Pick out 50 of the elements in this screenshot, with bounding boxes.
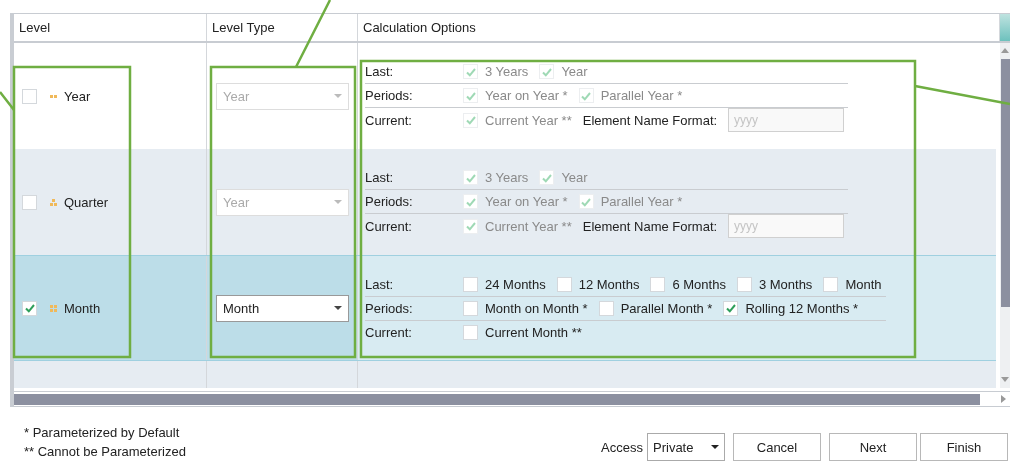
option-group-label: Periods: bbox=[365, 88, 414, 103]
vertical-scrollbar[interactable] bbox=[1000, 43, 1010, 388]
scroll-down-icon[interactable] bbox=[1001, 377, 1009, 382]
level-type-dropdown[interactable]: Month bbox=[216, 294, 349, 322]
level-name: Quarter bbox=[64, 194, 109, 210]
checkbox[interactable] bbox=[22, 194, 37, 210]
horizontal-scrollbar[interactable] bbox=[14, 391, 1010, 407]
dialog-button[interactable]: Next bbox=[829, 433, 917, 461]
access-dropdown[interactable]: Private bbox=[647, 433, 725, 461]
caret-icon bbox=[711, 445, 719, 449]
check-icon bbox=[464, 220, 477, 232]
option-checkbox[interactable]: 24 Months bbox=[463, 276, 546, 292]
option-group-label: Last: bbox=[365, 64, 395, 79]
scroll-up-icon[interactable] bbox=[1001, 48, 1009, 53]
option-checkbox[interactable]: Parallel Month * bbox=[598, 300, 713, 316]
check-icon bbox=[724, 302, 737, 314]
option-group-label: Last: bbox=[365, 276, 395, 292]
option-group-label: Current: bbox=[365, 218, 413, 234]
scroll-right-icon[interactable] bbox=[1001, 395, 1006, 403]
option-group-label: Last: bbox=[365, 170, 395, 185]
checkbox[interactable] bbox=[22, 88, 37, 104]
check-icon bbox=[464, 114, 477, 126]
column-header: Level Type bbox=[207, 14, 358, 41]
column-header: Level bbox=[14, 14, 207, 41]
option-group-label: Current: bbox=[365, 324, 413, 340]
option-checkbox[interactable]: 3 Months bbox=[736, 276, 813, 292]
level-name: Year bbox=[64, 88, 91, 104]
option-group-label: Periods: bbox=[365, 194, 414, 209]
caret-icon bbox=[334, 200, 342, 204]
option-checkbox[interactable]: 6 Months bbox=[650, 276, 726, 292]
option-checkbox[interactable]: Month bbox=[823, 276, 882, 292]
access-label: Access bbox=[601, 439, 643, 455]
level-row[interactable]: Month Month Last: 24 Months 12 Months 6 Months 3 Months Month Periods: Month on Month * Parallel Month * Rolling 12 Months * Current: Current Month ** bbox=[14, 255, 997, 361]
option-group-label: Current: bbox=[365, 112, 413, 128]
option-checkbox[interactable]: Rolling 12 Months * bbox=[723, 300, 859, 316]
option-group-label: Periods: bbox=[365, 300, 414, 316]
caret-icon bbox=[334, 306, 342, 310]
dialog-button[interactable]: Cancel bbox=[733, 433, 821, 461]
caret-icon bbox=[334, 94, 342, 98]
level-name: Month bbox=[64, 300, 101, 316]
format-label: Element Name Format: bbox=[582, 218, 718, 234]
option-checkbox[interactable]: 12 Months bbox=[556, 276, 640, 292]
option-checkbox[interactable]: Month on Month * bbox=[463, 300, 588, 316]
option-checkbox[interactable]: Current Month ** bbox=[463, 324, 582, 340]
footnote: * Parameterized by Default bbox=[24, 424, 181, 442]
format-label: Element Name Format: bbox=[582, 112, 718, 128]
checkbox[interactable] bbox=[22, 300, 37, 316]
check-icon bbox=[23, 302, 36, 314]
footnote: ** Cannot be Parameterized bbox=[24, 443, 186, 461]
dialog-button[interactable]: Finish bbox=[920, 433, 1008, 461]
